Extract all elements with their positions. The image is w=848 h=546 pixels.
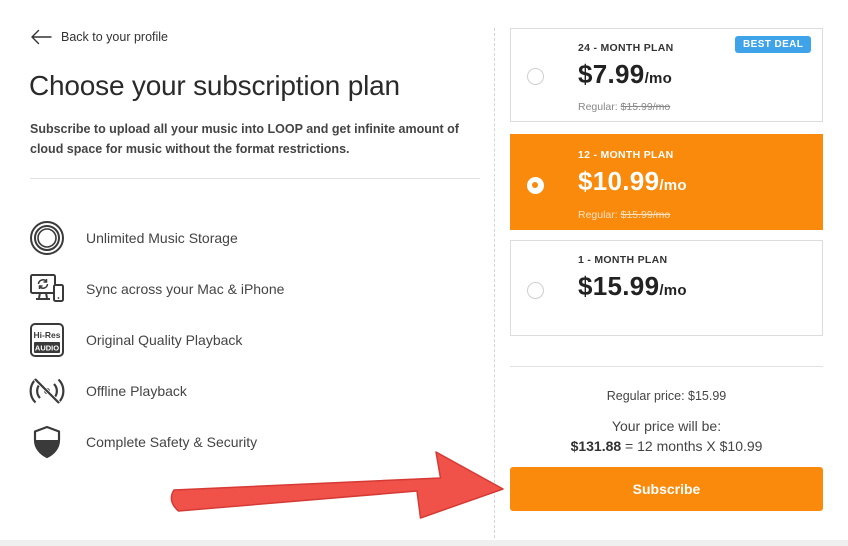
total-detail: = 12 months X $10.99: [621, 438, 763, 454]
page-title: Choose your subscription plan: [29, 70, 400, 101]
plan-card-24-month[interactable]: 24 - MONTH PLAN BEST DEAL $7.99/mo Regul…: [510, 28, 823, 122]
plan-label: 12 - MONTH PLAN: [578, 149, 674, 161]
plan-card-1-month[interactable]: 1 - MONTH PLAN $15.99/mo: [510, 240, 823, 336]
price-total: $131.88 = 12 months X $10.99: [510, 438, 823, 454]
feature-item: Hi-Res AUDIO Original Quality Playback: [29, 314, 284, 365]
bottom-strip: [0, 540, 848, 546]
storage-rings-icon: [29, 220, 65, 256]
plan-label: 1 - MONTH PLAN: [578, 254, 668, 266]
plan-price: $15.99/mo: [578, 271, 687, 301]
plan-price: $7.99/mo: [578, 59, 673, 89]
feature-item: Sync across your Mac & iPhone: [29, 263, 284, 314]
plan-description: Subscribe to upload all your music into …: [30, 122, 459, 156]
divider: [30, 178, 480, 179]
plan-card-12-month[interactable]: 12 - MONTH PLAN $10.99/mo Regular: $15.9…: [510, 134, 823, 230]
total-amount: $131.88: [570, 438, 622, 454]
back-link-label: Back to your profile: [61, 30, 168, 44]
feature-item: Offline Playback: [29, 365, 284, 416]
best-deal-badge: BEST DEAL: [735, 36, 812, 53]
back-to-profile-link[interactable]: Back to your profile: [30, 29, 168, 45]
arrow-left-icon: [31, 29, 52, 45]
offline-broadcast-icon: [29, 373, 65, 409]
plan-radio[interactable]: [527, 177, 544, 194]
svg-text:Hi-Res: Hi-Res: [34, 330, 61, 340]
plan-radio[interactable]: [527, 68, 544, 85]
svg-text:AUDIO: AUDIO: [35, 343, 59, 352]
subscribe-button[interactable]: Subscribe: [510, 467, 823, 511]
feature-label: Sync across your Mac & iPhone: [86, 280, 285, 297]
annotation-arrow: [170, 451, 504, 519]
feature-label: Original Quality Playback: [86, 331, 243, 348]
shield-icon: [29, 424, 65, 460]
hi-res-audio-icon: Hi-Res AUDIO: [29, 322, 65, 358]
plan-label: 24 - MONTH PLAN: [578, 42, 674, 54]
regular-price-summary: Regular price: $15.99: [606, 389, 727, 403]
plan-regular-price: Regular: $15.99/mo: [578, 209, 671, 221]
plan-radio[interactable]: [527, 282, 544, 299]
divider: [510, 366, 823, 367]
feature-item: Unlimited Music Storage: [29, 212, 284, 263]
feature-label: Unlimited Music Storage: [86, 229, 238, 246]
plan-price: $10.99/mo: [578, 166, 687, 196]
sync-devices-icon: [29, 271, 65, 307]
plan-regular-price: Regular: $15.99/mo: [578, 101, 671, 113]
feature-list: Unlimited Music Storage Sync across your…: [29, 212, 284, 467]
feature-label: Offline Playback: [86, 382, 187, 399]
your-price-label: Your price will be:: [611, 418, 722, 434]
